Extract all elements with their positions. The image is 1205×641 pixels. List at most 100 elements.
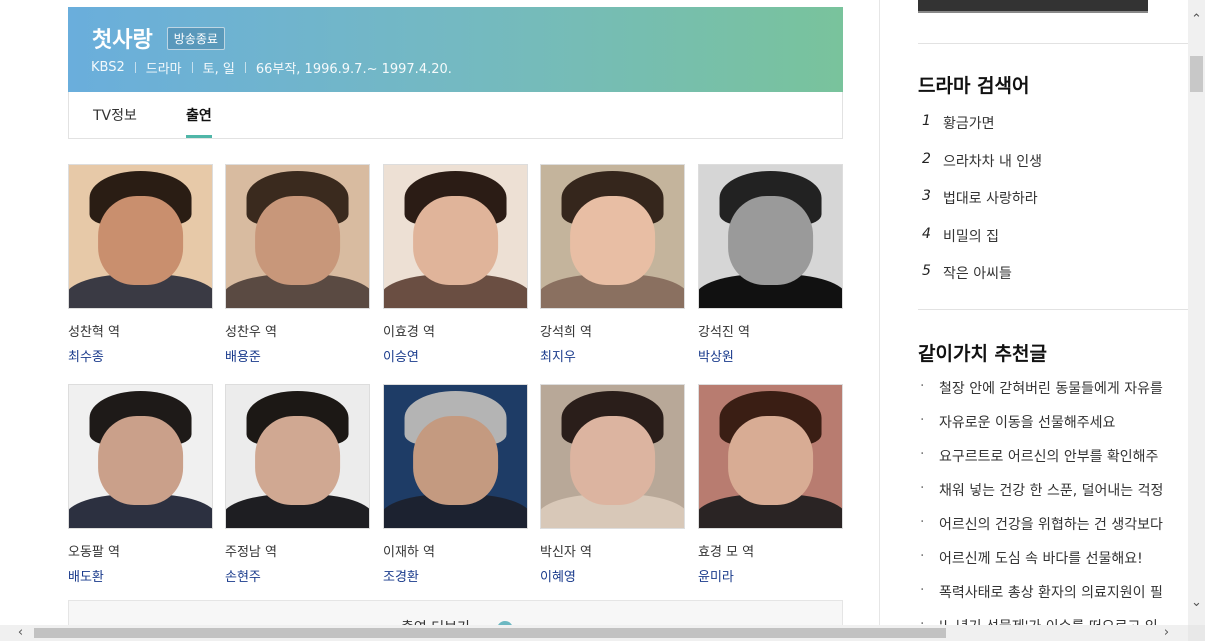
photo-face-shape bbox=[569, 196, 656, 286]
photo-face-shape bbox=[412, 416, 499, 506]
tab-tv-info[interactable]: TV정보 bbox=[93, 105, 137, 125]
vertical-scroll-thumb[interactable] bbox=[1190, 56, 1203, 92]
recommend-text[interactable]: 폭력사태로 총상 환자의 의료지원이 필 bbox=[939, 582, 1163, 602]
actor-photo[interactable] bbox=[383, 384, 528, 529]
recommend-item[interactable]: · 자유로운 이동을 선물해주세요 bbox=[920, 412, 1188, 446]
search-rank-item[interactable]: 4 비밀의 집 bbox=[918, 226, 1188, 263]
actor-photo[interactable] bbox=[68, 384, 213, 529]
actor-photo[interactable] bbox=[225, 164, 370, 309]
actor-photo[interactable] bbox=[698, 384, 843, 529]
scroll-right-icon[interactable]: › bbox=[1158, 625, 1175, 641]
rank-keyword[interactable]: 비밀의 집 bbox=[943, 226, 999, 246]
recommend-item[interactable]: · 어르신의 건강을 위협하는 건 생각보다 bbox=[920, 514, 1188, 548]
actor-photo[interactable] bbox=[698, 164, 843, 309]
photo-face-shape bbox=[412, 196, 499, 286]
rank-keyword[interactable]: 으라차차 내 인생 bbox=[943, 151, 1042, 171]
role-name[interactable]: 강석진 역 bbox=[698, 321, 843, 340]
column-divider bbox=[879, 0, 880, 641]
cast-item[interactable]: 주정남 역손현주 bbox=[225, 384, 370, 585]
recommend-text[interactable]: 채워 넣는 건강 한 스푼, 덜어내는 걱정 bbox=[939, 480, 1163, 500]
actor-name[interactable]: 박상원 bbox=[698, 346, 843, 365]
cast-item[interactable]: 오동팔 역배도환 bbox=[68, 384, 213, 585]
meta-episodes: 66부작, 1996.9.7.~ 1997.4.20. bbox=[255, 62, 452, 77]
rank-number: 5 bbox=[922, 263, 931, 279]
actor-name[interactable]: 배도환 bbox=[68, 566, 213, 585]
role-name[interactable]: 효경 모 역 bbox=[698, 541, 843, 560]
program-meta: KBS2 드라마 토, 일 66부작, 1996.9.7.~ 1997.4.20… bbox=[91, 58, 452, 77]
rank-number: 2 bbox=[922, 150, 931, 167]
actor-photo[interactable] bbox=[68, 164, 213, 309]
search-rank-item[interactable]: 5 작은 아씨들 bbox=[918, 263, 1188, 300]
recommend-text[interactable]: 어르신의 건강을 위협하는 건 생각보다 bbox=[939, 514, 1163, 534]
search-rank-item[interactable]: 2 으라차차 내 인생 bbox=[918, 151, 1188, 188]
program-title[interactable]: 첫사랑 bbox=[92, 22, 153, 54]
photo-face-shape bbox=[254, 196, 341, 286]
rank-number: 4 bbox=[922, 225, 931, 242]
status-badge: 방송종료 bbox=[166, 26, 225, 50]
scroll-up-icon[interactable]: ⌃ bbox=[1188, 11, 1205, 28]
bullet-icon: · bbox=[920, 548, 925, 564]
search-rank-item[interactable]: 1 황금가면 bbox=[918, 113, 1188, 150]
bullet-icon: · bbox=[920, 412, 925, 428]
actor-name[interactable]: 최지우 bbox=[540, 346, 685, 365]
title-row: 첫사랑 방송종료 bbox=[92, 22, 225, 54]
cast-item[interactable]: 강석진 역박상원 bbox=[698, 164, 843, 365]
horizontal-scroll-thumb[interactable] bbox=[34, 628, 946, 638]
horizontal-scrollbar[interactable]: ‹ › bbox=[0, 625, 1188, 641]
rank-number: 1 bbox=[922, 113, 931, 129]
rank-number: 3 bbox=[922, 188, 931, 204]
rank-keyword[interactable]: 황금가면 bbox=[943, 113, 995, 133]
actor-photo[interactable] bbox=[225, 384, 370, 529]
actor-name[interactable]: 최수종 bbox=[68, 346, 213, 365]
actor-name[interactable]: 이승연 bbox=[383, 346, 528, 365]
vertical-scrollbar[interactable]: ⌃ ⌄ bbox=[1188, 0, 1205, 625]
recommend-item[interactable]: · 채워 넣는 건강 한 스푼, 덜어내는 걱정 bbox=[920, 480, 1188, 514]
recommend-item[interactable]: · 폭력사태로 총상 환자의 의료지원이 필 bbox=[920, 582, 1188, 616]
actor-name[interactable]: 배용준 bbox=[225, 346, 370, 365]
recommend-item[interactable]: · 어르신께 도심 속 바다를 선물해요! bbox=[920, 548, 1188, 582]
recommend-item[interactable]: · 요구르트로 어르신의 안부를 확인해주 bbox=[920, 446, 1188, 480]
role-name[interactable]: 성찬혁 역 bbox=[68, 321, 213, 340]
recommend-text[interactable]: 요구르트로 어르신의 안부를 확인해주 bbox=[939, 446, 1158, 466]
role-name[interactable]: 이재하 역 bbox=[383, 541, 528, 560]
role-name[interactable]: 오동팔 역 bbox=[68, 541, 213, 560]
cast-item[interactable]: 효경 모 역윤미라 bbox=[698, 384, 843, 585]
photo-face-shape bbox=[727, 416, 814, 506]
rank-keyword[interactable]: 작은 아씨들 bbox=[943, 263, 1012, 283]
scroll-down-icon[interactable]: ⌄ bbox=[1188, 594, 1205, 611]
role-name[interactable]: 주정남 역 bbox=[225, 541, 370, 560]
cast-item[interactable]: 성찬우 역배용준 bbox=[225, 164, 370, 365]
meta-divider bbox=[191, 62, 193, 73]
tab-cast[interactable]: 출연 bbox=[186, 105, 212, 138]
actor-name[interactable]: 손현주 bbox=[225, 566, 370, 585]
recommend-text[interactable]: 철장 안에 갇혀버린 동물들에게 자유를 bbox=[939, 378, 1163, 398]
cast-item[interactable]: 이효경 역이승연 bbox=[383, 164, 528, 365]
cast-item[interactable]: 성찬혁 역최수종 bbox=[68, 164, 213, 365]
cast-item[interactable]: 박신자 역이혜영 bbox=[540, 384, 685, 585]
scroll-left-icon[interactable]: ‹ bbox=[12, 625, 29, 641]
role-name[interactable]: 이효경 역 bbox=[383, 321, 528, 340]
drama-search-title: 드라마 검색어 bbox=[918, 75, 1030, 97]
recommend-text[interactable]: 어르신께 도심 속 바다를 선물해요! bbox=[939, 548, 1143, 568]
recommend-text[interactable]: 자유로운 이동을 선물해주세요 bbox=[939, 412, 1115, 432]
bullet-icon: · bbox=[920, 480, 925, 496]
actor-photo[interactable] bbox=[540, 384, 685, 529]
actor-name[interactable]: 조경환 bbox=[383, 566, 528, 585]
recommend-title: 같이가치 추천글 bbox=[918, 343, 1047, 365]
cast-item[interactable]: 이재하 역조경환 bbox=[383, 384, 528, 585]
role-name[interactable]: 성찬우 역 bbox=[225, 321, 370, 340]
actor-name[interactable]: 윤미라 bbox=[698, 566, 843, 585]
role-name[interactable]: 강석희 역 bbox=[540, 321, 685, 340]
actor-photo[interactable] bbox=[383, 164, 528, 309]
actor-photo[interactable] bbox=[540, 164, 685, 309]
photo-face-shape bbox=[254, 416, 341, 506]
search-rank-item[interactable]: 3 법대로 사랑하라 bbox=[918, 188, 1188, 225]
sidebar-divider bbox=[918, 43, 1188, 44]
recommend-item[interactable]: · 철장 안에 갇혀버린 동물들에게 자유를 bbox=[920, 378, 1188, 412]
rank-keyword[interactable]: 법대로 사랑하라 bbox=[943, 188, 1038, 208]
cast-item[interactable]: 강석희 역최지우 bbox=[540, 164, 685, 365]
sidebar-image[interactable] bbox=[918, 0, 1148, 13]
role-name[interactable]: 박신자 역 bbox=[540, 541, 685, 560]
meta-divider bbox=[244, 62, 246, 73]
actor-name[interactable]: 이혜영 bbox=[540, 566, 685, 585]
